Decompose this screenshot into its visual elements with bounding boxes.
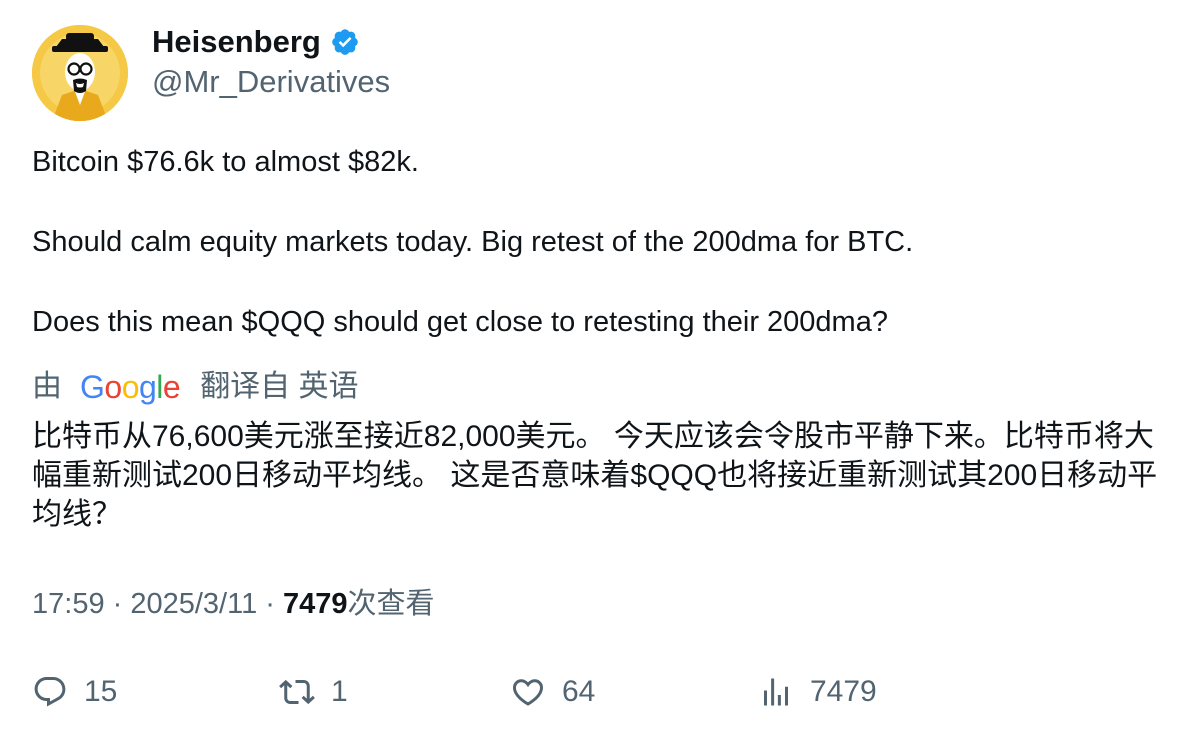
tweet-date[interactable]: 2025/3/11 [130,588,257,620]
retweet-count: 1 [331,675,348,708]
verified-badge-icon [330,27,360,57]
views-bar-chart-icon [764,678,788,706]
tweet-paragraph: Bitcoin $76.6k to almost $82k. [32,146,419,178]
tweet-time[interactable]: 17:59 [32,588,105,620]
avatar-heisenberg-icon [32,25,128,121]
tweet-card: Heisenberg @Mr_Derivatives Bitcoin $76.6… [0,0,1196,738]
like-count: 64 [562,675,596,708]
views-label: 次查看 [347,588,435,620]
translation-prefix: 由 [32,370,62,403]
meta-separator: · [257,588,284,620]
tweet-paragraph: Does this mean $QQQ should get close to … [32,306,888,338]
like-button[interactable]: 64 [510,672,595,712]
translated-text: 比特币从76,600美元涨至接近82,000美元。 今天应该会令股市平静下来。比… [32,420,1158,531]
tweet-text: Bitcoin $76.6k to almost $82k. Should ca… [32,142,1162,342]
author-name-text[interactable]: Heisenberg [152,22,321,62]
retweet-button[interactable]: 1 [279,672,348,712]
avatar[interactable] [32,25,128,121]
retweet-icon [279,679,315,705]
author-display-name[interactable]: Heisenberg [152,22,360,62]
views-button[interactable]: 7479 [758,672,877,712]
tweet-paragraph: Should calm equity markets today. Big re… [32,226,914,258]
tweet-meta: 17:59 · 2025/3/11 · 7479次查看 [32,584,435,624]
views-count: 7479 [283,588,348,620]
google-logo: Google [80,369,181,405]
reply-button[interactable]: 15 [32,672,117,712]
author-handle[interactable]: @Mr_Derivatives [152,62,390,102]
meta-separator: · [104,588,131,620]
reply-icon [34,677,66,707]
translation-suffix: 翻译自 英语 [200,370,359,403]
views-action-count: 7479 [810,675,877,708]
translation-attribution: 由 Google 翻译自 英语 [32,367,359,407]
heart-icon [512,679,544,706]
reply-count: 15 [84,675,118,708]
